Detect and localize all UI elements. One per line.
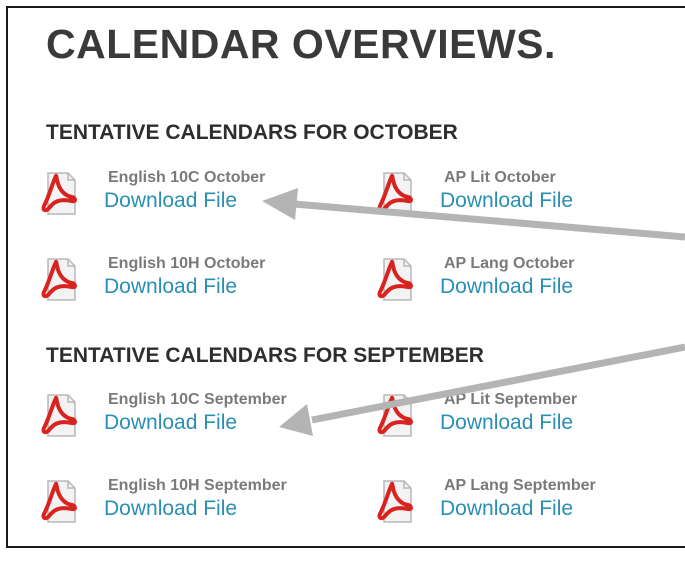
pdf-icon xyxy=(374,392,414,440)
file-item-english-10h-october: English 10H October Download File xyxy=(38,256,338,308)
pdf-icon xyxy=(374,256,414,304)
page-title: CALENDAR OVERVIEWS. xyxy=(46,21,556,67)
file-item-english-10c-september: English 10C September Download File xyxy=(38,392,338,444)
file-name: English 10H October xyxy=(108,255,266,272)
file-name: AP Lang October xyxy=(444,255,575,272)
download-file-link[interactable]: Download File xyxy=(104,412,237,433)
file-name: AP Lit September xyxy=(444,391,578,408)
pdf-icon xyxy=(374,478,414,526)
file-item-english-10c-october: English 10C October Download File xyxy=(38,170,338,222)
file-name: AP Lit October xyxy=(444,169,556,186)
download-file-link[interactable]: Download File xyxy=(440,276,573,297)
file-item-ap-lang-october: AP Lang October Download File xyxy=(374,256,674,308)
pdf-icon xyxy=(38,256,78,304)
file-name: English 10C October xyxy=(108,169,266,186)
pdf-icon xyxy=(374,170,414,218)
download-file-link[interactable]: Download File xyxy=(104,276,237,297)
file-name: English 10C September xyxy=(108,391,287,408)
file-name: English 10H September xyxy=(108,477,287,494)
pdf-icon xyxy=(38,392,78,440)
download-file-link[interactable]: Download File xyxy=(104,498,237,519)
pdf-icon xyxy=(38,170,78,218)
pdf-icon xyxy=(38,478,78,526)
download-file-link[interactable]: Download File xyxy=(104,190,237,211)
download-file-link[interactable]: Download File xyxy=(440,498,573,519)
section-heading-october: TENTATIVE CALENDARS FOR OCTOBER xyxy=(46,121,458,144)
file-item-ap-lang-september: AP Lang September Download File xyxy=(374,478,674,530)
download-file-link[interactable]: Download File xyxy=(440,412,573,433)
file-item-ap-lit-october: AP Lit October Download File xyxy=(374,170,674,222)
download-file-link[interactable]: Download File xyxy=(440,190,573,211)
section-heading-september: TENTATIVE CALENDARS FOR SEPTEMBER xyxy=(46,344,484,367)
file-item-english-10h-september: English 10H September Download File xyxy=(38,478,338,530)
file-name: AP Lang September xyxy=(444,477,596,494)
file-item-ap-lit-september: AP Lit September Download File xyxy=(374,392,674,444)
